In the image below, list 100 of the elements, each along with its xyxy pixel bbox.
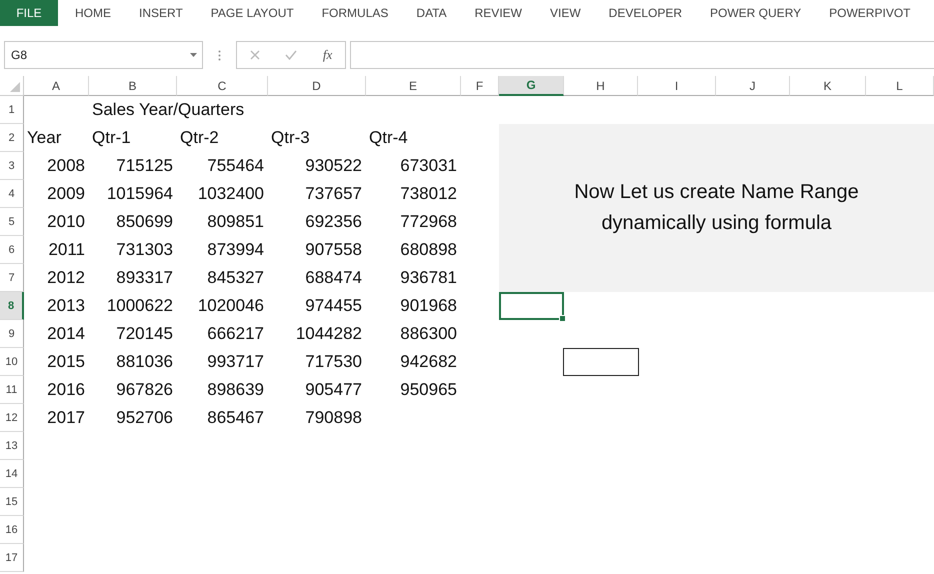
row-header[interactable]: 6: [0, 236, 24, 264]
row-header[interactable]: 1: [0, 96, 24, 124]
cell-text: 738012: [400, 184, 457, 204]
column-header[interactable]: L: [866, 76, 934, 96]
cell-text: 2013: [47, 296, 85, 316]
rectangle-shape[interactable]: [563, 348, 639, 376]
fill-handle[interactable]: [559, 315, 566, 322]
ribbon-tab[interactable]: INSERT: [122, 0, 194, 26]
cell-text: 715125: [116, 156, 173, 176]
row-header[interactable]: 8: [0, 292, 24, 320]
row-header[interactable]: 3: [0, 152, 24, 180]
cell-text: 893317: [116, 268, 173, 288]
row-header[interactable]: 4: [0, 180, 24, 208]
row-header[interactable]: 17: [0, 544, 24, 572]
cell-text: 680898: [400, 240, 457, 260]
cell-text: 845327: [207, 268, 264, 288]
text-box[interactable]: Now Let us create Name Range dynamically using formula: [499, 124, 934, 292]
cell-text: Year: [27, 128, 62, 148]
column-header[interactable]: G: [499, 76, 564, 96]
row-header[interactable]: 2: [0, 124, 24, 152]
row-header[interactable]: 12: [0, 404, 24, 432]
cell-text: 2017: [47, 408, 85, 428]
column-header[interactable]: H: [564, 76, 638, 96]
column-header[interactable]: E: [366, 76, 461, 96]
cell-text: 942682: [400, 352, 457, 372]
cell-text: 692356: [305, 212, 362, 232]
text-box-text: Now Let us create Name Range dynamically using formula: [573, 180, 860, 236]
row-header[interactable]: 14: [0, 460, 24, 488]
column-header[interactable]: K: [790, 76, 866, 96]
cell-text: 936781: [400, 268, 457, 288]
row-header[interactable]: 10: [0, 348, 24, 376]
ribbon-tab[interactable]: REVIEW: [458, 0, 533, 26]
enter-check-icon[interactable]: [285, 50, 298, 60]
ribbon-tab[interactable]: HOME: [58, 0, 122, 26]
cell-text: 666217: [207, 324, 264, 344]
cell-text: 881036: [116, 352, 173, 372]
cell-text: 1020046: [198, 296, 264, 316]
ribbon-tab[interactable]: POWERPIVOT: [812, 0, 922, 26]
cell-text: 873994: [207, 240, 264, 260]
cell-text: Qtr-1: [92, 128, 131, 148]
cell-text: 907558: [305, 240, 362, 260]
cell-text: 967826: [116, 380, 173, 400]
cell-text: 1015964: [106, 184, 173, 204]
cell-text: 1000622: [106, 296, 173, 316]
dropdown-caret-icon[interactable]: [190, 53, 197, 57]
cell-text: Sales Year/Quarters: [92, 100, 244, 120]
row-header[interactable]: 9: [0, 320, 24, 348]
row-header[interactable]: 11: [0, 376, 24, 404]
select-all-icon[interactable]: [10, 82, 20, 92]
row-header[interactable]: 16: [0, 516, 24, 544]
active-cell[interactable]: [499, 292, 564, 320]
cell-text: 790898: [305, 408, 362, 428]
cell-text: 2008: [47, 156, 85, 176]
row-header[interactable]: 15: [0, 488, 24, 516]
ribbon-tab[interactable]: PAGE LAYOUT: [194, 0, 305, 26]
cell-text: 1044282: [296, 324, 362, 344]
cell-text: 993717: [207, 352, 264, 372]
column-header[interactable]: F: [461, 76, 499, 96]
file-tab[interactable]: FILE: [0, 0, 58, 26]
cell-text: 717530: [305, 352, 362, 372]
cell-text: 688474: [305, 268, 362, 288]
cell-text: 950965: [400, 380, 457, 400]
cell-text: 886300: [400, 324, 457, 344]
cell-text: 755464: [207, 156, 264, 176]
column-header[interactable]: C: [177, 76, 268, 96]
cell-text: Qtr-4: [369, 128, 408, 148]
column-header[interactable]: A: [24, 76, 89, 96]
column-header[interactable]: B: [89, 76, 177, 96]
formula-input[interactable]: [350, 41, 934, 69]
cell-text: 809851: [207, 212, 264, 232]
row-header[interactable]: 13: [0, 432, 24, 460]
cancel-icon[interactable]: [250, 50, 260, 60]
ribbon-tab[interactable]: DATA: [399, 0, 458, 26]
column-header[interactable]: J: [716, 76, 790, 96]
cell-text: 673031: [400, 156, 457, 176]
ribbon-tab[interactable]: POWER QUERY: [693, 0, 812, 26]
cell-text: 905477: [305, 380, 362, 400]
ribbon-tab[interactable]: VIEW: [532, 0, 592, 26]
cell-text: Qtr-2: [180, 128, 219, 148]
cell-text: 898639: [207, 380, 264, 400]
row-header[interactable]: 5: [0, 208, 24, 236]
cell-text: 930522: [305, 156, 362, 176]
name-box[interactable]: G8: [4, 41, 203, 69]
cell-text: 2010: [47, 212, 85, 232]
grip-dots-icon[interactable]: [218, 50, 221, 60]
ribbon-tab[interactable]: DEVELOPER: [592, 0, 694, 26]
cell-text: 731303: [116, 240, 173, 260]
cell-text: 2011: [48, 240, 85, 260]
cell-reference: G8: [11, 48, 28, 62]
cell-text: 850699: [116, 212, 173, 232]
cell-text: 720145: [116, 324, 173, 344]
insert-function-button[interactable]: fx: [322, 47, 332, 63]
cell-text: 952706: [116, 408, 173, 428]
cell-text: 974455: [305, 296, 362, 316]
cell-text: 2014: [47, 324, 85, 344]
cell-text: 2015: [47, 352, 85, 372]
ribbon-tab[interactable]: FORMULAS: [304, 0, 400, 26]
cell-text: 901968: [400, 296, 457, 316]
column-header[interactable]: D: [268, 76, 366, 96]
column-header[interactable]: I: [638, 76, 716, 96]
